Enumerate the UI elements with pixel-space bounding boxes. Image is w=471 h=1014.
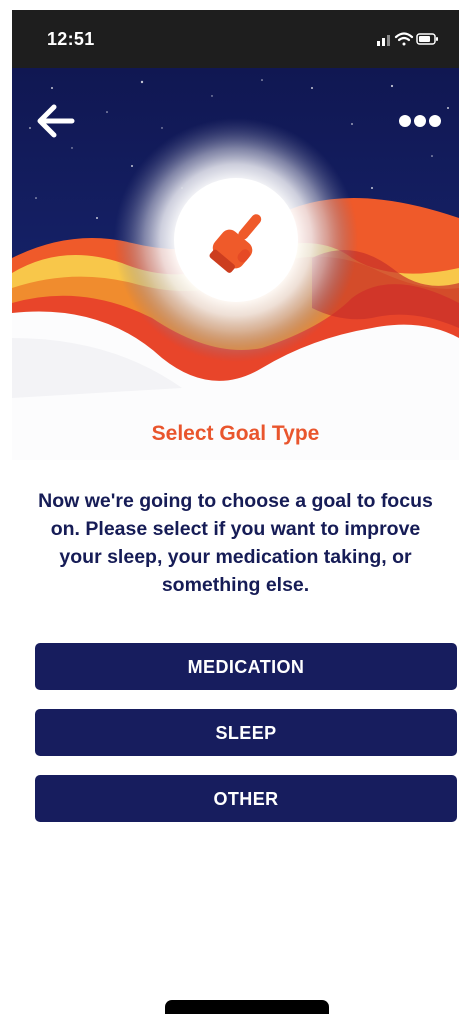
home-indicator[interactable] <box>165 1000 329 1014</box>
signal-icon <box>377 35 390 46</box>
goal-description: Now we're going to choose a goal to focu… <box>38 490 433 596</box>
medication-button[interactable]: MEDICATION <box>35 643 457 690</box>
more-button[interactable] <box>397 110 443 132</box>
sleep-button[interactable]: SLEEP <box>35 709 457 756</box>
other-button[interactable]: OTHER <box>35 775 457 822</box>
back-button[interactable] <box>34 101 78 141</box>
status-time: 12:51 <box>47 29 95 49</box>
goal-type-screen: 12:51 Select Goal Type Now we're going t… <box>0 0 471 1014</box>
status-icons <box>377 32 438 46</box>
more-dots-icon <box>399 115 441 127</box>
arrow-left-icon <box>37 104 75 138</box>
sky-and-waves-illustration <box>12 68 459 460</box>
page-title: Select Goal Type <box>151 422 320 445</box>
battery-icon <box>416 33 438 45</box>
wifi-icon <box>394 32 414 46</box>
status-bar: 12:51 <box>12 10 459 68</box>
header-illustration: Select Goal Type <box>12 68 459 460</box>
